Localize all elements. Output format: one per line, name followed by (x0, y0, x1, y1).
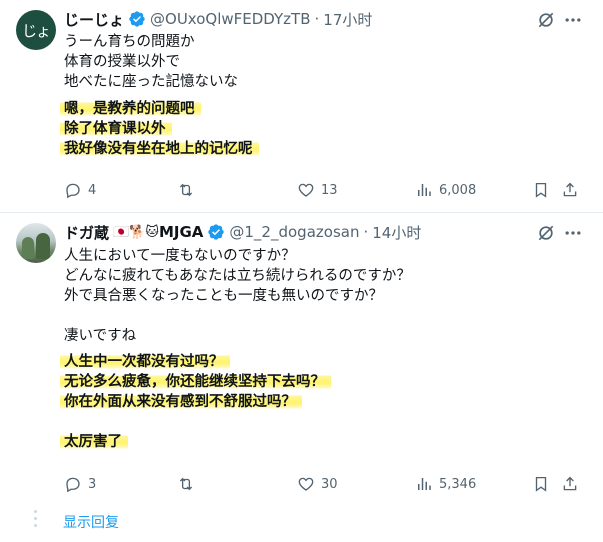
highlight-line: 太厉害了 (60, 434, 128, 450)
text-line: 凄いですね (64, 328, 137, 344)
views-count: 5,346 (439, 476, 477, 492)
reply-icon (66, 477, 80, 493)
tweet-header: ドガ蔵 🇯🇵🐕🐱 MJGA @1_2_dogazosan · 14小时 (64, 221, 421, 243)
grok-icon[interactable] (536, 10, 556, 30)
translation-highlight: 人生中一次都没有过吗？ 无论多么疲惫，你还能继续坚持下去吗？ 你在外面从来没有感… (60, 352, 331, 452)
retweet-icon (179, 183, 193, 197)
heart-icon (298, 477, 314, 491)
tweet-1[interactable]: じょ じーじょ @OUxoQlwFEDDYzTB · 17小时 うーん育ちの問題… (0, 0, 603, 212)
display-name[interactable]: ドガ蔵 (64, 222, 109, 243)
reply-icon (66, 183, 80, 199)
share-button[interactable] (561, 179, 579, 201)
like-button[interactable]: 13 (297, 179, 338, 201)
bookmark-button[interactable] (532, 179, 550, 201)
retweet-icon (179, 477, 193, 491)
retweet-button[interactable] (177, 179, 201, 201)
reply-count: 3 (88, 476, 97, 492)
avatar-tree (22, 237, 34, 259)
text-line (64, 306, 411, 326)
bookmark-icon (535, 476, 547, 492)
heart-icon (298, 183, 314, 197)
views-count: 6,008 (439, 182, 477, 198)
tweet-2[interactable]: ドガ蔵 🇯🇵🐕🐱 MJGA @1_2_dogazosan · 14小时 人生にお… (0, 212, 603, 542)
action-bar: 3 30 5,346 (64, 473, 584, 495)
share-icon (563, 182, 577, 197)
user-handle[interactable]: @OUxoQlwFEDDYzTB (150, 10, 311, 28)
reply-count: 4 (88, 182, 97, 198)
text-line: うーん育ちの問題か (64, 34, 195, 50)
text-line: 外で具合悪くなったことも一度も無いのですか？ (64, 288, 383, 304)
views-button[interactable]: 6,008 (415, 179, 476, 201)
retweet-button[interactable] (177, 473, 201, 495)
action-bar: 4 13 6,008 (64, 179, 584, 201)
views-icon (418, 184, 431, 196)
translation-highlight: 嗯，是教养的问题吧 除了体育课以外 我好像没有坐在地上的记忆呢 (60, 99, 259, 159)
avatar[interactable] (16, 223, 56, 263)
share-icon (563, 476, 577, 491)
avatar-text: じょ (21, 21, 51, 40)
highlight-line: 我好像没有坐在地上的记忆呢 (60, 141, 259, 157)
grok-icon[interactable] (536, 223, 556, 243)
tweet-text: うーん育ちの問題か 体育の授業以外で 地べたに座った記憶ないな (64, 32, 238, 92)
like-count: 30 (321, 476, 338, 492)
highlight-line: 无论多么疲惫，你还能继续坚持下去吗？ (60, 374, 331, 390)
verified-badge-icon (208, 224, 225, 240)
text-line: 人生において一度もないのですか？ (64, 248, 296, 264)
text-line: 体育の授業以外で (64, 54, 180, 70)
timestamp[interactable]: 14小时 (372, 222, 421, 243)
highlight-line: 你在外面从来没有感到不舒服过吗？ (60, 394, 302, 410)
bookmark-icon (535, 182, 547, 198)
highlight-line: 除了体育课以外 (60, 121, 172, 137)
views-button[interactable]: 5,346 (415, 473, 476, 495)
separator-dot: · (363, 223, 369, 241)
thread-connector (34, 510, 38, 532)
bookmark-button[interactable] (532, 473, 550, 495)
show-replies-link[interactable]: 显示回复 (63, 512, 119, 532)
timestamp[interactable]: 17小时 (323, 9, 372, 30)
user-handle[interactable]: @1_2_dogazosan (229, 223, 359, 241)
reply-button[interactable]: 4 (64, 179, 96, 201)
tweet-text: 人生において一度もないのですか？ どんなに疲れてもあなたは立ち続けられるのですか… (64, 246, 411, 346)
like-button[interactable]: 30 (297, 473, 338, 495)
display-name[interactable]: じーじょ (64, 9, 124, 30)
text-line: 地べたに座った記憶ないな (64, 74, 238, 90)
name-emoji: 🇯🇵🐕🐱 (113, 224, 159, 240)
views-icon (418, 478, 431, 490)
share-button[interactable] (561, 473, 579, 495)
highlight-line: 嗯，是教养的问题吧 (60, 101, 201, 117)
highlight-line: 人生中一次都没有过吗？ (60, 354, 230, 370)
avatar[interactable]: じょ (16, 10, 56, 50)
like-count: 13 (321, 182, 338, 198)
separator-dot: · (314, 10, 320, 28)
more-icon[interactable] (563, 223, 583, 243)
text-line: どんなに疲れてもあなたは立ち続けられるのですか？ (64, 268, 411, 284)
tweet-header: じーじょ @OUxoQlwFEDDYzTB · 17小时 (64, 8, 372, 30)
avatar-tree (36, 233, 50, 259)
display-name-suffix[interactable]: MJGA (159, 223, 203, 241)
verified-badge-icon (129, 11, 145, 27)
reply-button[interactable]: 3 (64, 473, 96, 495)
more-icon[interactable] (563, 10, 583, 30)
